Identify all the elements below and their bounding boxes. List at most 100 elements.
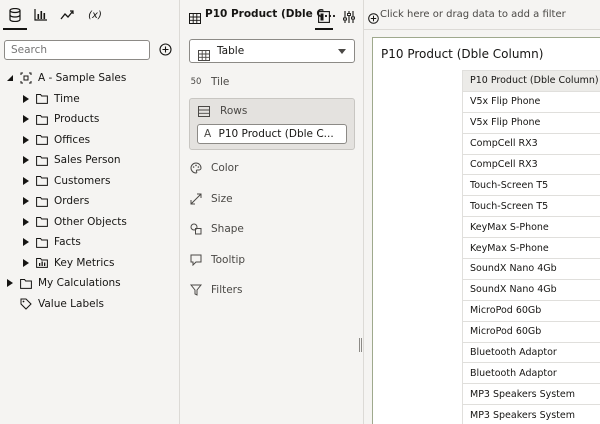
table-row: KeyMax S-Phone [462, 237, 600, 260]
visualization-title[interactable]: P10 Product (Dble C... [205, 8, 336, 20]
tree-item-facts[interactable]: Facts [22, 232, 81, 252]
grammar-size[interactable]: Size [189, 189, 233, 209]
rows-icon [198, 105, 212, 117]
table-cell[interactable]: Bluetooth Adaptor [462, 341, 600, 364]
filter-icon [189, 284, 203, 296]
table-cell[interactable]: KeyMax S-Phone [462, 216, 600, 239]
tree-item-sample-sales[interactable]: A - Sample Sales [6, 68, 126, 88]
table-row: SoundX Nano 4Gb [462, 258, 600, 280]
data-table: P10 Product (Dble Column) V5x Flip Phone… [462, 70, 600, 424]
grammar-shape[interactable]: Shape [189, 219, 244, 239]
grammar-filters[interactable]: Filters [189, 280, 242, 300]
table-row: Bluetooth Adaptor [462, 362, 600, 385]
calculation-icon[interactable]: (x) [85, 6, 105, 24]
caret-right-icon[interactable] [22, 114, 30, 124]
data-panel-tabs: (x) [0, 0, 180, 30]
tree-item-customers[interactable]: Customers [22, 171, 110, 191]
tree-item-products[interactable]: Products [22, 109, 99, 129]
filter-bar[interactable]: Click here or drag data to add a filter [364, 0, 600, 30]
caret-right-icon[interactable] [22, 217, 30, 227]
tree-item-label: A - Sample Sales [38, 72, 127, 84]
add-data-button[interactable] [157, 41, 173, 57]
panel-resize-handle[interactable] [359, 338, 362, 352]
table-row: MP3 Speakers System [462, 404, 600, 424]
visualization-heading: P10 Product (Dble Column) [381, 47, 544, 61]
table-cell[interactable]: Touch-Screen T5 [462, 195, 600, 218]
table-row: KeyMax S-Phone [462, 216, 600, 239]
tree-item-label: Orders [54, 195, 90, 207]
tree-item-key-metrics[interactable]: Key Metrics [22, 253, 115, 273]
tree-item-time[interactable]: Time [22, 89, 80, 109]
search-input[interactable] [4, 40, 150, 60]
table-row: V5x Flip Phone [462, 90, 600, 113]
properties-icon[interactable] [343, 8, 355, 27]
tree-item-label: Offices [54, 133, 91, 146]
tooltip-icon [189, 254, 203, 266]
tile-icon: 50 [190, 77, 202, 87]
tree-item-label: Facts [54, 236, 81, 248]
table-row: MP3 Speakers System [462, 383, 600, 406]
table-cell[interactable]: Touch-Screen T5 [462, 174, 600, 197]
visualization-canvas[interactable]: P10 Product (Dble Column) P10 Product (D… [372, 37, 600, 424]
caret-right-icon[interactable] [22, 237, 30, 247]
folder-icon [20, 277, 32, 289]
grammar-rows-header: Rows [198, 105, 247, 117]
tree-item-my-calculations[interactable]: My Calculations [6, 273, 121, 293]
table-cell[interactable]: KeyMax S-Phone [462, 237, 600, 260]
folder-icon [36, 113, 48, 125]
table-cell[interactable]: CompCell RX3 [462, 132, 600, 155]
grammar-tab-icon[interactable] [315, 8, 333, 30]
caret-right-icon[interactable] [22, 176, 30, 186]
folder-icon [36, 216, 48, 228]
caret-right-icon[interactable] [22, 94, 30, 104]
grammar-color[interactable]: Color [189, 158, 238, 178]
grammar-rows-drop-target[interactable]: Rows A P10 Product (Dble C... [189, 98, 355, 150]
tree-item-label: Customers [54, 174, 111, 187]
table-cell[interactable]: CompCell RX3 [462, 153, 600, 176]
table-cell[interactable]: Bluetooth Adaptor [462, 362, 600, 385]
table-cell[interactable]: V5x Flip Phone [462, 111, 600, 134]
table-cell[interactable]: MicroPod 60Gb [462, 299, 600, 322]
table-cell[interactable]: MP3 Speakers System [462, 383, 600, 406]
grammar-tile[interactable]: 50 Tile [189, 72, 230, 92]
tree-item-label: Value Labels [38, 298, 104, 310]
table-row: MicroPod 60Gb [462, 320, 600, 343]
tree-item-other-objects[interactable]: Other Objects [22, 212, 127, 232]
table-cell[interactable]: MP3 Speakers System [462, 404, 600, 424]
tree-item-orders[interactable]: Orders [22, 191, 89, 211]
table-cell[interactable]: SoundX Nano 4Gb [462, 258, 600, 280]
table-cell[interactable]: SoundX Nano 4Gb [462, 278, 600, 301]
table-cell[interactable]: MicroPod 60Gb [462, 320, 600, 343]
table-cell[interactable]: V5x Flip Phone [462, 90, 600, 113]
caret-right-icon[interactable] [22, 258, 30, 268]
folder-icon [36, 154, 48, 166]
tree-item-label: Sales Person [54, 154, 121, 166]
visualization-type-select[interactable]: Table [189, 39, 355, 63]
caret-down-icon[interactable] [6, 73, 14, 83]
tree-item-offices[interactable]: Offices [22, 130, 90, 150]
size-icon [189, 193, 203, 205]
tree-item-sales-person[interactable]: Sales Person [22, 150, 121, 170]
canvas-area: Click here or drag data to add a filter … [364, 0, 600, 424]
tree-item-label: Key Metrics [54, 256, 115, 269]
caret-right-icon[interactable] [22, 196, 30, 206]
column-header[interactable]: P10 Product (Dble Column) [462, 70, 600, 92]
filter-bar-text: Click here or drag data to add a filter [380, 9, 566, 20]
folder-icon [36, 236, 48, 248]
grammar-tooltip[interactable]: Tooltip [189, 250, 245, 270]
visualizations-icon[interactable] [31, 6, 49, 24]
tree-item-value-labels[interactable]: Value Labels [20, 294, 104, 314]
table-row: Touch-Screen T5 [462, 174, 600, 197]
caret-right-icon[interactable] [22, 155, 30, 165]
caret-right-icon[interactable] [22, 135, 30, 145]
data-icon[interactable] [3, 6, 27, 30]
attribute-icon: A [204, 128, 212, 140]
analytics-icon[interactable] [58, 6, 76, 24]
caret-right-icon[interactable] [6, 278, 14, 288]
table-icon [198, 46, 210, 65]
tree-item-label: Time [54, 92, 80, 105]
grammar-size-label: Size [211, 193, 233, 205]
table-header-row: P10 Product (Dble Column) [462, 70, 600, 92]
table-row: Touch-Screen T5 [462, 195, 600, 218]
rows-column-pill[interactable]: A P10 Product (Dble C... [197, 124, 347, 144]
